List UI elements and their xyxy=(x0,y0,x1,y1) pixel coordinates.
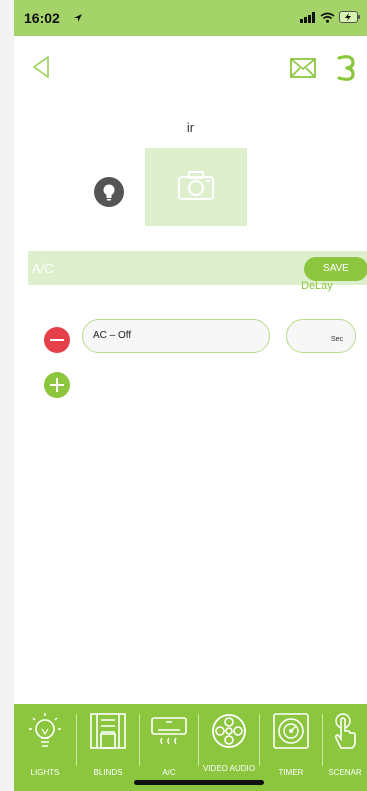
refresh-icon xyxy=(337,55,355,81)
action-field[interactable]: AC – Off xyxy=(82,319,270,353)
tab-blinds-label: BLINDS xyxy=(93,768,123,777)
mail-button[interactable] xyxy=(289,56,317,80)
status-icons xyxy=(300,11,361,23)
lightbulb-icon xyxy=(94,177,124,207)
tab-blinds[interactable]: BLINDS xyxy=(77,704,139,791)
lightbulb-icon xyxy=(29,713,61,747)
photo-placeholder[interactable] xyxy=(145,148,247,226)
delay-label: DeLay xyxy=(301,280,333,292)
wifi-icon xyxy=(320,12,335,23)
battery-charging-icon xyxy=(339,11,360,23)
delay-input[interactable]: Sec xyxy=(286,319,356,353)
tab-timer[interactable]: TIMER xyxy=(260,704,322,791)
tab-scenario[interactable]: SCENAR xyxy=(323,704,367,791)
scenario-editor: ir A/C SAVE DeLay AC – Off Sec xyxy=(14,100,367,704)
remove-action-button[interactable] xyxy=(44,327,70,353)
status-time: 16:02 xyxy=(24,10,60,26)
back-button[interactable] xyxy=(30,52,54,82)
tab-video-audio[interactable]: VIDEO AUDIO xyxy=(199,704,259,791)
status-bar: 16:02 xyxy=(14,0,367,36)
refresh-button[interactable] xyxy=(335,52,357,84)
delay-unit: Sec xyxy=(330,336,343,343)
device-name: ir xyxy=(186,120,195,135)
tab-ac-label: A/C xyxy=(162,768,176,777)
signal-icon xyxy=(300,11,315,23)
film-reel-icon xyxy=(212,714,246,748)
action-text: AC – Off xyxy=(93,330,132,341)
tab-lights[interactable]: LIGHTS xyxy=(14,704,76,791)
phone-screen: 16:02 ir A/C SAVE DeLay AC – Off Sec LIG… xyxy=(14,0,367,791)
location-arrow-icon xyxy=(74,14,82,22)
tab-video-audio-label: VIDEO AUDIO xyxy=(202,764,255,773)
add-action-button[interactable] xyxy=(44,372,70,398)
tab-scenario-label: SCENAR xyxy=(328,768,362,777)
tab-lights-label: LIGHTS xyxy=(30,768,60,777)
blinds-icon xyxy=(90,713,126,749)
camera-icon xyxy=(178,171,214,200)
air-conditioner-icon xyxy=(151,717,187,745)
home-indicator xyxy=(134,780,264,785)
envelope-icon xyxy=(290,58,316,78)
hand-touch-icon xyxy=(334,713,356,749)
save-button[interactable]: SAVE xyxy=(304,257,367,281)
tab-ac[interactable]: A/C xyxy=(140,704,198,791)
tab-timer-label: TIMER xyxy=(278,768,304,777)
back-arrow-icon xyxy=(33,56,49,78)
timer-icon xyxy=(273,713,309,749)
lightbulb-glyph xyxy=(103,184,115,201)
bottom-tab-bar: LIGHTS BLINDS A/C VIDEO AUDIO TIMER SCEN… xyxy=(14,704,367,791)
nav-bar xyxy=(14,36,367,100)
category-title: A/C xyxy=(32,261,54,276)
